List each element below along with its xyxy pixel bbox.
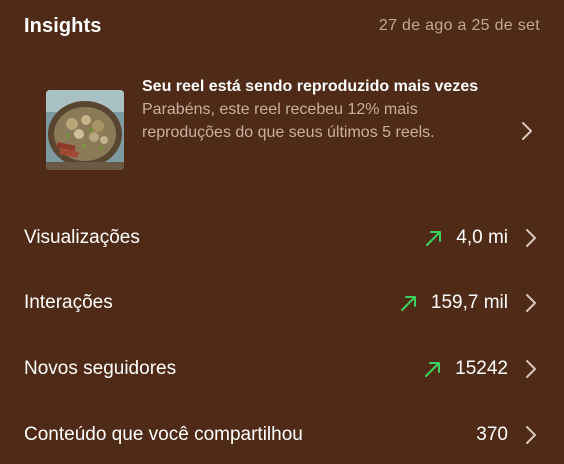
chevron-right-icon[interactable] <box>520 120 534 142</box>
highlight-title: Seu reel está sendo reproduzido mais vez… <box>142 78 479 95</box>
metric-value: 159,7 mil <box>430 292 508 313</box>
highlight-description: Parabéns, este reel recebeu 12% mais rep… <box>142 101 435 141</box>
metric-value: 370 <box>476 424 508 445</box>
metric-row-novos-seguidores[interactable]: Novos seguidores 15242 <box>24 349 540 389</box>
metric-row-interacoes[interactable]: Interações 159,7 mil <box>24 283 540 323</box>
trend-up-icon <box>426 231 442 246</box>
metric-row-conteudo-compartilhado[interactable]: Conteúdo que você compartilhou 370 <box>24 415 540 455</box>
page-title: Insights <box>24 14 102 37</box>
trend-up-icon <box>425 362 441 377</box>
insights-header: Insights 27 de ago a 25 de set <box>24 12 540 40</box>
highlight-text: Seu reel está sendo reproduzido mais vez… <box>142 76 488 144</box>
metric-label: Novos seguidores <box>24 358 177 379</box>
metric-value: 15242 <box>455 358 508 379</box>
metric-label: Visualizações <box>24 227 140 248</box>
food-plate-thumbnail-icon <box>46 90 124 170</box>
metric-row-visualizacoes[interactable]: Visualizações 4,0 mi <box>24 218 540 258</box>
chevron-right-icon[interactable] <box>524 359 538 379</box>
chevron-right-icon[interactable] <box>524 293 538 313</box>
date-range[interactable]: 27 de ago a 25 de set <box>379 17 540 35</box>
chevron-right-icon[interactable] <box>524 228 538 248</box>
chevron-right-icon[interactable] <box>524 425 538 445</box>
trend-up-icon <box>400 296 416 311</box>
reel-highlight-card[interactable]: Seu reel está sendo reproduzido mais vez… <box>44 74 540 190</box>
metric-value: 4,0 mi <box>456 227 508 248</box>
reel-thumbnail[interactable] <box>46 90 124 170</box>
metric-label: Interações <box>24 292 113 313</box>
metric-label: Conteúdo que você compartilhou <box>24 424 303 445</box>
